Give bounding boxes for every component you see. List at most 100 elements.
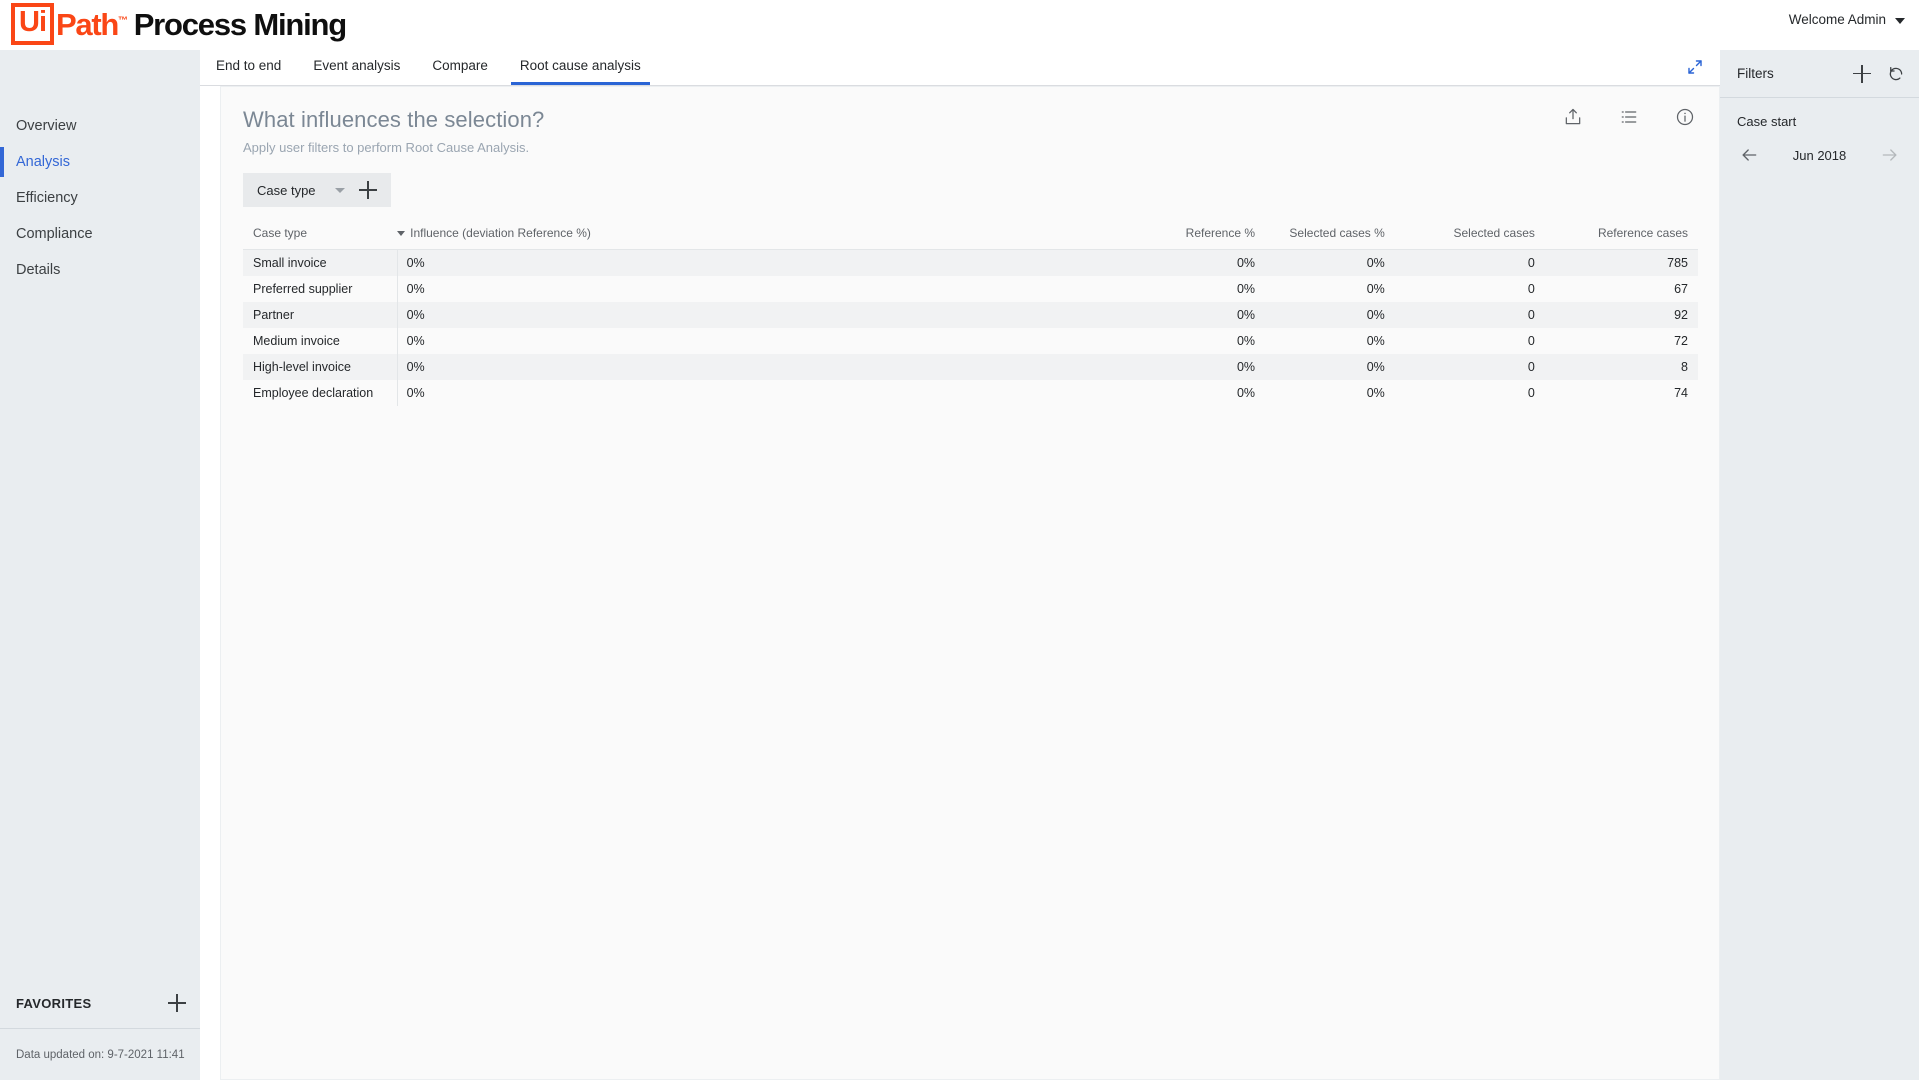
column-header-label: Influence (deviation Reference %): [410, 226, 591, 240]
cell-reference-cases: 785: [1545, 250, 1698, 277]
user-menu-label: Welcome Admin: [1789, 12, 1886, 27]
cell-reference-pct: 0%: [1135, 380, 1265, 406]
left-sidebar: Overview Analysis Efficiency Compliance …: [0, 50, 200, 1080]
tab-root-cause-analysis[interactable]: Root cause analysis: [504, 49, 657, 85]
cell-reference-pct: 0%: [1135, 276, 1265, 302]
influence-table-wrapper: Case type Influence (deviation Reference…: [243, 223, 1697, 406]
cell-reference-pct: 0%: [1135, 250, 1265, 277]
cell-selected-cases: 0: [1395, 328, 1545, 354]
user-menu[interactable]: Welcome Admin: [1789, 12, 1905, 27]
column-header-label: Case type: [253, 226, 307, 240]
cell-selected-cases-pct: 0%: [1265, 250, 1395, 277]
cell-case-type: Preferred supplier: [243, 276, 397, 302]
sidebar-item-details[interactable]: Details: [0, 252, 200, 288]
dimension-selector-label[interactable]: Case type: [243, 183, 335, 198]
cell-reference-cases: 72: [1545, 328, 1698, 354]
cell-case-type: High-level invoice: [243, 354, 397, 380]
chevron-down-icon[interactable]: [335, 188, 345, 193]
add-favorite-icon[interactable]: [168, 994, 186, 1012]
cell-selected-cases-pct: 0%: [1265, 354, 1395, 380]
period-value: Jun 2018: [1793, 148, 1847, 163]
sort-desc-icon: [397, 231, 405, 236]
info-icon[interactable]: [1675, 107, 1695, 127]
cell-influence: 0%: [397, 276, 1135, 302]
influence-table: Case type Influence (deviation Reference…: [243, 223, 1698, 406]
add-dimension-icon[interactable]: [359, 181, 377, 199]
cell-reference-pct: 0%: [1135, 302, 1265, 328]
cell-influence: 0%: [397, 302, 1135, 328]
column-header-influence[interactable]: Influence (deviation Reference %): [397, 223, 1135, 250]
sidebar-item-label: Details: [16, 262, 60, 278]
cell-selected-cases-pct: 0%: [1265, 380, 1395, 406]
sidebar-item-label: Compliance: [16, 226, 93, 242]
logo-trademark: ™: [118, 15, 127, 26]
expand-fullscreen-icon[interactable]: [1686, 58, 1706, 78]
cell-influence: 0%: [397, 250, 1135, 277]
cell-reference-cases: 74: [1545, 380, 1698, 406]
tab-label: Root cause analysis: [520, 58, 641, 73]
previous-period-button[interactable]: [1739, 145, 1759, 165]
table-row[interactable]: Medium invoice0%0%0%072: [243, 328, 1698, 354]
table-header-row: Case type Influence (deviation Reference…: [243, 223, 1698, 250]
add-filter-icon[interactable]: [1853, 65, 1871, 83]
next-period-button[interactable]: [1880, 145, 1900, 165]
chevron-down-icon: [1895, 18, 1905, 24]
top-bar: Ui Path™ Process Mining Welcome Admin: [0, 0, 1919, 50]
main-content: End to end Event analysis Compare Root c…: [200, 50, 1720, 1080]
favorites-section: FAVORITES: [0, 978, 200, 1028]
tab-label: End to end: [216, 58, 281, 73]
filter-group-label: Case start: [1737, 114, 1902, 129]
cell-reference-pct: 0%: [1135, 354, 1265, 380]
cell-selected-cases: 0: [1395, 354, 1545, 380]
page-subtitle: Apply user filters to perform Root Cause…: [243, 140, 1691, 155]
column-header-reference-pct[interactable]: Reference %: [1135, 223, 1265, 250]
dimension-selector[interactable]: Case type: [243, 173, 391, 207]
tab-end-to-end[interactable]: End to end: [200, 49, 297, 85]
sidebar-item-overview[interactable]: Overview: [0, 108, 200, 144]
table-row[interactable]: Partner0%0%0%092: [243, 302, 1698, 328]
reset-filters-icon[interactable]: [1887, 65, 1905, 83]
cell-reference-cases: 92: [1545, 302, 1698, 328]
filter-group-case-start: Case start Jun 2018: [1720, 98, 1919, 165]
table-row[interactable]: Small invoice0%0%0%0785: [243, 250, 1698, 277]
column-header-selected-cases[interactable]: Selected cases: [1395, 223, 1545, 250]
cell-case-type: Partner: [243, 302, 397, 328]
sidebar-item-label: Efficiency: [16, 190, 78, 206]
table-body: Small invoice0%0%0%0785Preferred supplie…: [243, 250, 1698, 407]
column-header-label: Selected cases %: [1289, 226, 1384, 240]
tab-bar: End to end Event analysis Compare Root c…: [200, 50, 1720, 86]
favorites-label: FAVORITES: [16, 996, 91, 1011]
column-header-label: Reference %: [1186, 226, 1255, 240]
root-cause-card: What influences the selection? Apply use…: [220, 86, 1720, 1080]
sidebar-item-efficiency[interactable]: Efficiency: [0, 180, 200, 216]
sidebar-nav: Overview Analysis Efficiency Compliance …: [0, 50, 200, 288]
column-header-reference-cases[interactable]: Reference cases: [1545, 223, 1698, 250]
column-header-label: Reference cases: [1598, 226, 1688, 240]
filters-header: Filters: [1720, 50, 1919, 98]
table-row[interactable]: Preferred supplier0%0%0%067: [243, 276, 1698, 302]
table-row[interactable]: High-level invoice0%0%0%08: [243, 354, 1698, 380]
filters-title: Filters: [1737, 66, 1853, 81]
card-actions: [1563, 107, 1695, 127]
data-updated-status: Data updated on: 9-7-2021 11:41: [0, 1028, 200, 1080]
tab-event-analysis[interactable]: Event analysis: [297, 49, 416, 85]
cell-case-type: Employee declaration: [243, 380, 397, 406]
cell-selected-cases: 0: [1395, 380, 1545, 406]
tab-compare[interactable]: Compare: [416, 49, 504, 85]
sidebar-item-compliance[interactable]: Compliance: [0, 216, 200, 252]
export-icon[interactable]: [1563, 107, 1583, 127]
sidebar-item-analysis[interactable]: Analysis: [0, 144, 200, 180]
page-title: What influences the selection?: [243, 107, 1691, 133]
cell-selected-cases: 0: [1395, 302, 1545, 328]
tab-label: Compare: [432, 58, 488, 73]
cell-reference-pct: 0%: [1135, 328, 1265, 354]
period-stepper: Jun 2018: [1737, 145, 1902, 165]
list-view-icon[interactable]: [1619, 107, 1639, 127]
logo-product-name: Process Mining: [134, 9, 346, 40]
column-header-selected-cases-pct[interactable]: Selected cases %: [1265, 223, 1395, 250]
data-updated-text: Data updated on: 9-7-2021 11:41: [16, 1049, 185, 1061]
column-header-label: Selected cases: [1453, 226, 1534, 240]
column-header-case-type[interactable]: Case type: [243, 223, 397, 250]
table-row[interactable]: Employee declaration0%0%0%074: [243, 380, 1698, 406]
card-header: What influences the selection? Apply use…: [221, 87, 1719, 155]
